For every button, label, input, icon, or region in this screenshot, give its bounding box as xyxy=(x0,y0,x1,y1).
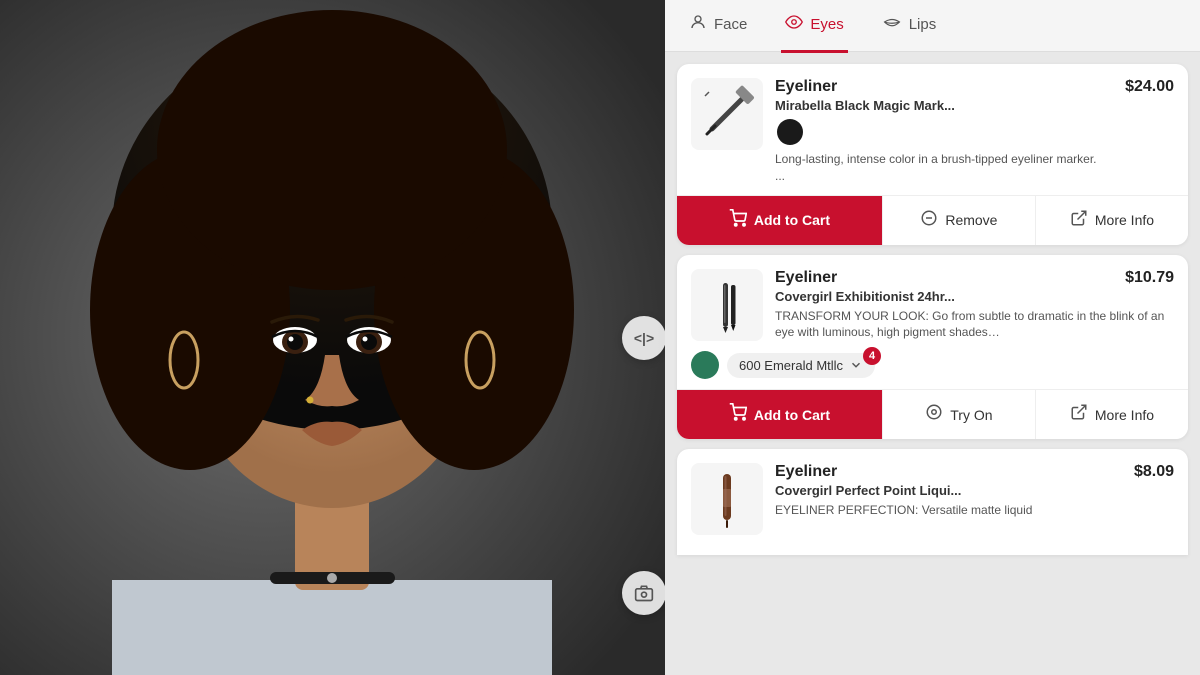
tab-bar: Face Eyes Lips xyxy=(665,0,1200,52)
product-image-3 xyxy=(691,463,763,535)
product-1-actions: Add to Cart Remove xyxy=(677,195,1188,245)
right-panel: Face Eyes Lips xyxy=(665,0,1200,675)
product-card-1: Eyeliner $24.00 Mirabella Black Magic Ma… xyxy=(677,64,1188,245)
try-on-icon-2 xyxy=(925,403,943,426)
lips-icon xyxy=(882,14,902,35)
product-1-swatch xyxy=(777,119,803,145)
product-2-color-select[interactable]: 600 Emerald Mtllc 4 xyxy=(727,353,875,378)
product-card-2: Eyeliner $10.79 Covergirl Exhibitionist … xyxy=(677,255,1188,440)
tab-face[interactable]: Face xyxy=(685,0,751,53)
face-icon xyxy=(689,13,707,36)
products-area: Eyeliner $24.00 Mirabella Black Magic Ma… xyxy=(665,52,1200,675)
product-card-3: Eyeliner $8.09 Covergirl Perfect Point L… xyxy=(677,449,1188,555)
tab-lips[interactable]: Lips xyxy=(878,0,941,52)
product-2-actions: Add to Cart Try On xyxy=(677,389,1188,439)
tab-face-label: Face xyxy=(714,16,747,33)
product-3-brand: Covergirl Perfect Point Liqui... xyxy=(775,483,1174,498)
more-info-button-1[interactable]: More Info xyxy=(1035,196,1188,245)
product-image-2 xyxy=(691,269,763,341)
add-to-cart-button-2[interactable]: Add to Cart xyxy=(677,390,882,439)
more-info-icon-1 xyxy=(1070,209,1088,232)
tab-eyes[interactable]: Eyes xyxy=(781,0,847,53)
more-info-icon-2 xyxy=(1070,403,1088,426)
tab-lips-label: Lips xyxy=(909,16,937,33)
try-on-button-2[interactable]: Try On xyxy=(882,390,1035,439)
camera-button[interactable] xyxy=(622,571,665,615)
remove-icon-1 xyxy=(920,209,938,232)
cart-icon-1 xyxy=(729,209,747,232)
product-3-name: Eyeliner xyxy=(775,463,837,481)
divider-button[interactable]: <|> xyxy=(622,316,665,360)
product-1-price: $24.00 xyxy=(1125,78,1174,96)
add-to-cart-button-1[interactable]: Add to Cart xyxy=(677,196,882,245)
product-1-desc: Long-lasting, intense color in a brush-t… xyxy=(775,151,1174,185)
product-1-brand: Mirabella Black Magic Mark... xyxy=(775,98,1174,113)
photo-panel: <|> xyxy=(0,0,665,675)
more-info-button-2[interactable]: More Info xyxy=(1035,390,1188,439)
product-2-price: $10.79 xyxy=(1125,269,1174,287)
eyes-icon xyxy=(785,13,803,36)
product-3-desc: EYELINER PERFECTION: Versatile matte liq… xyxy=(775,502,1174,519)
tab-eyes-label: Eyes xyxy=(810,16,843,33)
product-2-desc: TRANSFORM YOUR LOOK: Go from subtle to d… xyxy=(775,308,1174,342)
product-2-brand: Covergirl Exhibitionist 24hr... xyxy=(775,289,1174,304)
product-3-price: $8.09 xyxy=(1134,463,1174,481)
product-2-color-badge: 4 xyxy=(863,347,881,365)
cart-icon-2 xyxy=(729,403,747,426)
remove-button-1[interactable]: Remove xyxy=(882,196,1035,245)
product-2-color-row: 600 Emerald Mtllc 4 xyxy=(691,351,1174,379)
product-image-1 xyxy=(691,78,763,150)
product-2-name: Eyeliner xyxy=(775,269,837,287)
product-2-swatch xyxy=(691,351,719,379)
product-1-name: Eyeliner xyxy=(775,78,837,96)
